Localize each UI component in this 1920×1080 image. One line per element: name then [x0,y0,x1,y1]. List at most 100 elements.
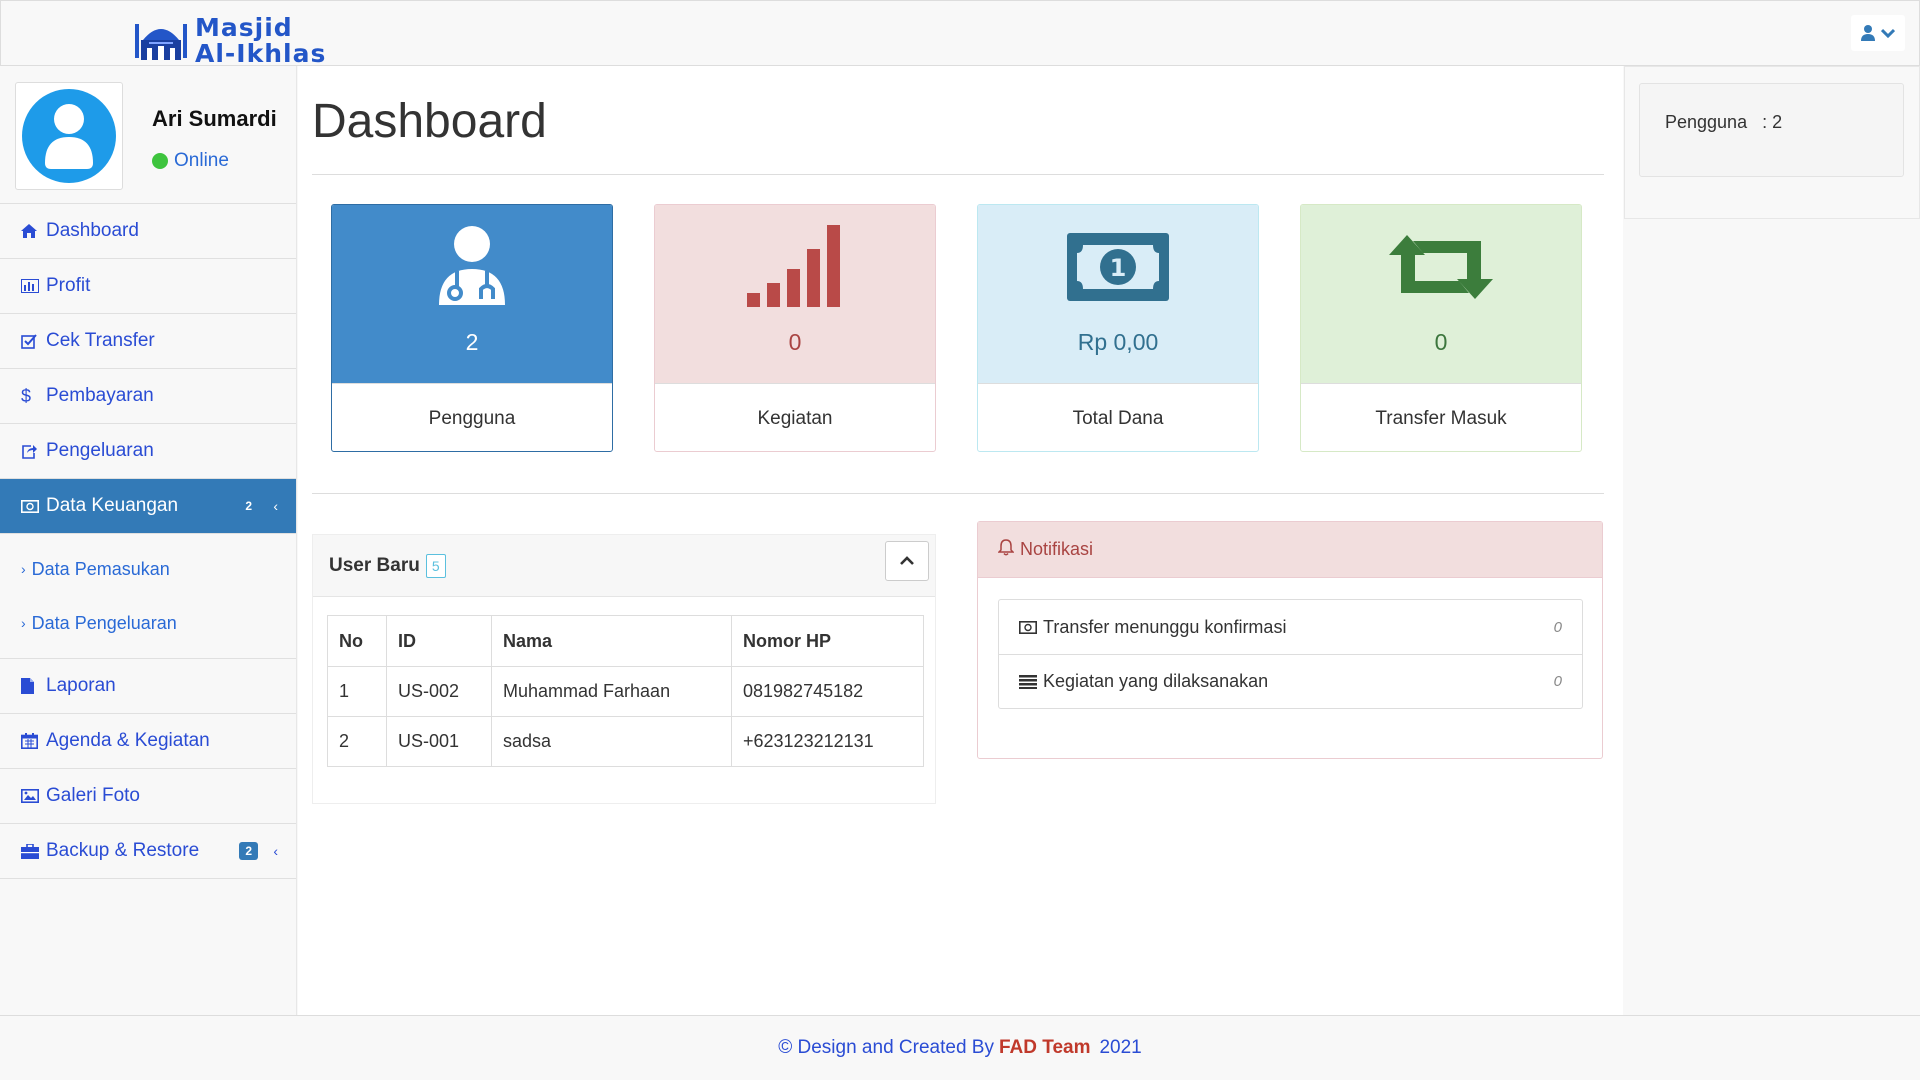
divider [312,493,1604,494]
chevron-up-icon [900,556,914,565]
avatar [15,82,123,190]
calendar-icon [21,733,43,749]
notif-label: Kegiatan yang dilaksanakan [1043,671,1269,691]
panel-title: User Baru [329,554,420,576]
pengguna-count-text: Pengguna : 2 [1665,112,1783,132]
brand-line-1: Masjid [195,13,293,42]
stat-value: 0 [788,329,802,355]
notif-label: Transfer menunggu konfirmasi [1043,616,1287,637]
footer-year: 2021 [1099,1037,1142,1058]
notif-item-kegiatan[interactable]: Kegiatan yang dilaksanakan 0 [999,654,1582,708]
sidebar-item-cek-transfer[interactable]: Cek Transfer [0,314,296,369]
table-cell: 081982745182 [731,666,924,717]
status-dot-icon [152,153,168,169]
sidebar-item-label: Profit [46,275,91,296]
submenu-item-data-pengeluaran[interactable]: › Data Pengeluaran [0,596,296,650]
briefcase-icon [21,843,43,859]
panel-title: Notifikasi [1020,539,1094,559]
list-icon [1019,674,1037,689]
stat-card-pengguna[interactable]: 2 Pengguna [331,204,613,452]
sidebar-item-laporan[interactable]: Laporan [0,659,296,714]
submenu-item-data-pemasukan[interactable]: › Data Pemasukan [0,542,296,596]
stat-value: 2 [465,329,479,355]
panel-heading: Notifikasi [978,522,1602,578]
sidebar-item-data-keuangan[interactable]: Data Keuangan 2 ‹ [0,479,296,534]
table-cell: US-001 [386,716,492,767]
table-cell: US-002 [386,666,492,717]
home-icon [21,224,43,238]
column-header: Nomor HP [731,615,924,667]
main-content: Dashboard 2 Pengguna 0 Kegiatan 1 Rp 0,0… [298,66,1623,1015]
stat-value: 0 [1434,329,1448,355]
image-icon [21,789,43,803]
table-cell: 2 [327,716,387,767]
sidebar-item-label: Data Keuangan [46,495,179,516]
stat-card-transfer-masuk[interactable]: 0 Transfer Masuk [1300,204,1582,452]
column-header: ID [386,615,492,667]
submenu-item-label: Data Pemasukan [31,558,170,579]
sidebar-item-dashboard[interactable]: Dashboard [0,204,296,259]
collapse-button[interactable] [885,541,929,581]
table-row[interactable]: 1 US-002 Muhammad Farhaan 081982745182 [327,666,924,717]
footer-team[interactable]: FAD Team [999,1037,1091,1059]
submenu-item-label: Data Pengeluaran [31,612,177,633]
sidebar-item-agenda[interactable]: Agenda & Kegiatan [0,714,296,769]
brand-line-2: Al-Ikhlas [195,39,327,68]
user-dropdown-button[interactable] [1851,15,1905,51]
right-sidebar: Pengguna : 2 [1624,66,1920,219]
panel-heading: User Baru 5 [313,535,935,597]
table-cell: sadsa [491,716,732,767]
footer: © Design and Created By FAD Team 2021 [0,1015,1920,1080]
sidebar-item-backup-restore[interactable]: Backup & Restore 2 ‹ [0,824,296,879]
retweet-icon [1301,235,1581,299]
user-baru-panel: User Baru 5 No ID Nama Nomor HP 1 US-002… [312,534,936,804]
sidebar-item-galeri-foto[interactable]: Galeri Foto [0,769,296,824]
sidebar-item-label: Galeri Foto [46,785,140,806]
chevron-right-icon: › [21,615,26,631]
sidebar-item-label: Cek Transfer [46,330,155,351]
sidebar-item-pengeluaran[interactable]: Pengeluaran [0,424,296,479]
count-badge: 5 [425,553,446,578]
top-navbar: Masjid Al-Ikhlas [0,0,1920,67]
file-icon [21,678,43,694]
sidebar-item-profit[interactable]: Profit [0,259,296,314]
status-label: Online [174,150,229,171]
dollar-icon: $ [21,385,32,406]
svg-text:1: 1 [1110,254,1127,282]
sidebar-item-label: Dashboard [46,220,139,241]
bell-icon [997,538,1015,561]
avatar-user-icon [45,104,93,169]
share-icon [21,444,43,459]
user-profile: Ari Sumardi Online [0,66,296,204]
info-well: Pengguna : 2 [1639,83,1904,177]
sidebar-item-pembayaran[interactable]: $ Pembayaran [0,369,296,424]
money-bill-icon: 1 [978,233,1258,301]
chevron-left-icon: ‹ [273,498,278,514]
sidebar: Ari Sumardi Online Dashboard Profit Cek … [0,66,297,1015]
sidebar-item-label: Pembayaran [46,385,154,406]
stat-card-total-dana[interactable]: 1 Rp 0,00 Total Dana [977,204,1259,452]
sidebar-item-badge: 2 [245,499,252,513]
notifikasi-panel: Notifikasi Transfer menunggu konfirmasi … [977,521,1603,759]
user-doctor-icon [332,225,612,307]
table-row[interactable]: 2 US-001 sadsa +623123212131 [327,716,924,767]
profile-name: Ari Sumardi [152,106,277,131]
chevron-right-icon: › [21,561,26,577]
brand-logo[interactable]: Masjid Al-Ikhlas [133,15,326,67]
sidebar-item-label: Pengeluaran [46,440,154,461]
online-status: Online [152,150,229,172]
notif-item-transfer[interactable]: Transfer menunggu konfirmasi 0 [999,600,1582,654]
column-header: Nama [491,615,732,667]
brand-text: Masjid Al-Ikhlas [195,15,326,67]
table-cell: 1 [327,666,387,717]
column-header: No [327,615,387,667]
sidebar-item-badge: 2 [239,842,258,860]
chevron-down-icon [1881,28,1895,38]
sidebar-item-label: Backup & Restore [46,840,200,861]
sidebar-item-label: Agenda & Kegiatan [46,730,210,751]
sidebar-item-label: Laporan [46,675,116,696]
stat-label: Kegiatan [655,383,935,451]
notif-count: 0 [1553,618,1562,636]
stat-card-kegiatan[interactable]: 0 Kegiatan [654,204,936,452]
divider [312,174,1604,175]
